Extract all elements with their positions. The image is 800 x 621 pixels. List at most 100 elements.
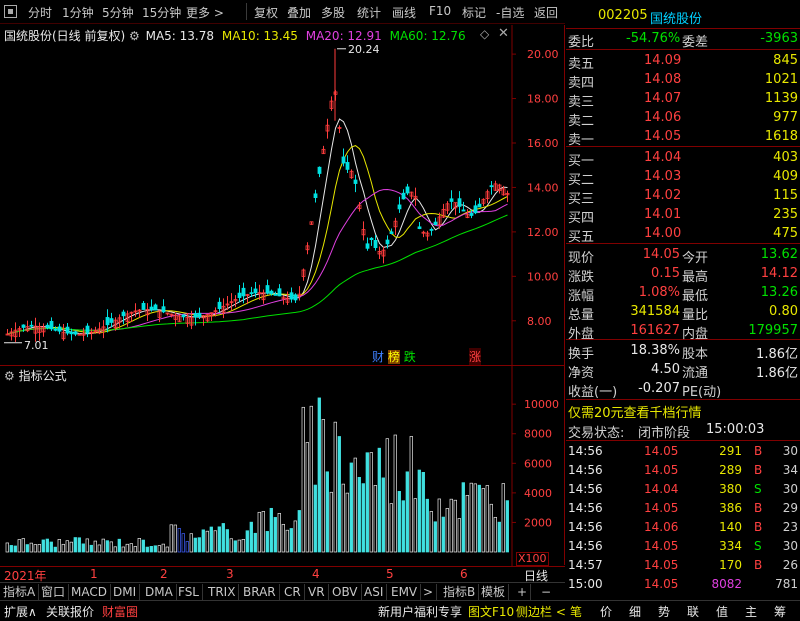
tab-asi[interactable]: ASI <box>361 584 388 600</box>
overlay-button[interactable]: 叠加 <box>287 4 311 21</box>
trade-time: 14:56 <box>568 501 603 515</box>
close-icon[interactable]: ✕ <box>498 26 509 41</box>
bid-level-row[interactable]: 买五 14.00 475 <box>566 224 800 245</box>
volume-bar <box>73 537 77 553</box>
volume-bar <box>289 528 293 553</box>
period-15min[interactable]: 15分钟 <box>142 4 181 21</box>
ask-level-row[interactable]: 卖五 14.09 845 <box>566 51 800 72</box>
tab-obv[interactable]: OBV <box>329 584 362 600</box>
volume-bar <box>449 498 453 553</box>
window-menu-icon[interactable] <box>4 5 17 18</box>
volume-bar <box>237 539 241 553</box>
finance-marker[interactable]: 财 <box>372 350 384 364</box>
remove-window-button[interactable]: − <box>538 584 554 600</box>
tab-cr[interactable]: CR <box>281 584 305 600</box>
indicator-panel[interactable]: 10000 8000 6000 4000 2000 ⚙ 指标公式 X100 <box>0 365 565 566</box>
bid-level-row[interactable]: 买四 14.01 235 <box>566 205 800 226</box>
tab-price[interactable]: 价 <box>600 603 612 620</box>
trade-status-value: 闭市阶段 <box>638 426 691 441</box>
indicator-settings-icon[interactable]: ⚙ <box>4 369 15 383</box>
tab-emv[interactable]: EMV <box>388 584 422 600</box>
bid-price: 14.01 <box>644 207 682 222</box>
bid-price: 14.02 <box>644 188 682 203</box>
add-window-button[interactable]: + <box>514 584 532 600</box>
quote-value: 341584 <box>630 304 680 319</box>
f10-button[interactable]: F10 <box>429 4 451 18</box>
expand-button[interactable]: 扩展∧ <box>4 603 37 620</box>
tab-vr[interactable]: VR <box>305 584 329 600</box>
ask-level-row[interactable]: 卖四 14.08 1021 <box>566 70 800 91</box>
trade-volume: 380 <box>719 482 742 496</box>
tab-more[interactable]: > <box>420 584 438 600</box>
volume-bar <box>417 469 421 553</box>
ask-level-row[interactable]: 卖三 14.07 1139 <box>566 89 800 110</box>
trade-row: 14:56 14.04 380 S 30 <box>566 480 800 500</box>
period-5min[interactable]: 5分钟 <box>102 4 134 21</box>
tab-detail[interactable]: 细 <box>629 603 641 620</box>
quote-panel: 002205 国统股份 委比 -54.76% 委差 -3963 仅需20元查看千… <box>566 0 800 600</box>
tab-linked[interactable]: 联 <box>687 603 699 620</box>
bid-level-row[interactable]: 买三 14.02 115 <box>566 186 800 207</box>
bid-volume: 235 <box>773 207 798 222</box>
trade-price: 14.05 <box>644 444 679 458</box>
f10-graphic-button[interactable]: 图文F10 <box>468 603 514 620</box>
draw-line-button[interactable]: 画线 <box>392 4 416 21</box>
back-button[interactable]: 返回 <box>534 4 558 21</box>
tab-macd[interactable]: MACD <box>68 584 111 600</box>
candle-body <box>373 240 378 248</box>
adjust-button[interactable]: 复权 <box>254 4 278 21</box>
trade-time: 14:56 <box>568 444 603 458</box>
volume-bar <box>353 457 357 553</box>
bid-level-row[interactable]: 买二 14.03 409 <box>566 167 800 188</box>
pin-icon[interactable]: ◇ <box>480 27 489 41</box>
related-quotes-button[interactable]: 关联报价 <box>46 603 94 620</box>
ask-volume: 1021 <box>764 72 798 87</box>
tab-indicator-a[interactable]: 指标A <box>0 584 40 600</box>
bid-level-row[interactable]: 买一 14.04 403 <box>566 148 800 169</box>
period-intraday[interactable]: 分时 <box>28 4 52 21</box>
volume-bar <box>113 546 117 553</box>
period-more[interactable]: 更多 > <box>186 4 224 21</box>
candle-body <box>397 204 402 210</box>
remove-watchlist-button[interactable]: -自选 <box>496 4 524 21</box>
month-label: 5 <box>386 567 394 581</box>
sidebar-toggle-button[interactable]: 侧边栏 < <box>516 603 566 620</box>
trade-time: 15:00 <box>568 577 603 591</box>
level2-promo[interactable]: 仅需20元查看千档行情 <box>568 402 702 421</box>
tab-trend[interactable]: 势 <box>658 603 670 620</box>
fall-marker[interactable]: 跌 <box>404 350 416 364</box>
quote-value: 14.05 <box>642 247 680 262</box>
right-panel-tabs: 笔 价 细 势 联 值 主 筹 <box>566 601 800 621</box>
tab-ticks[interactable]: 笔 <box>570 603 582 620</box>
tab-chips[interactable]: 筹 <box>774 603 786 620</box>
period-1min[interactable]: 1分钟 <box>62 4 94 21</box>
wealth-circle-button[interactable]: 财富圈 <box>102 603 138 620</box>
candle-body <box>53 328 58 331</box>
trade-time: 14:56 <box>568 520 603 534</box>
multi-stock-button[interactable]: 多股 <box>321 4 345 21</box>
settings-icon[interactable]: ⚙ <box>129 29 140 43</box>
kline-chart[interactable]: 20.00 18.00 16.00 14.00 12.00 10.00 8.00 国统股份(… <box>0 25 565 365</box>
new-user-promo-link[interactable]: 新用户福利专享 <box>378 603 462 620</box>
tab-fsl[interactable]: FSL <box>175 584 203 600</box>
tab-trix[interactable]: TRIX <box>205 584 240 600</box>
tab-brar[interactable]: BRAR <box>240 584 280 600</box>
tab-window[interactable]: 窗口 <box>38 584 70 600</box>
rank-marker[interactable]: 榜 <box>387 350 400 364</box>
ask-level-row[interactable]: 卖一 14.05 1618 <box>566 127 800 148</box>
volume-bar <box>433 521 437 553</box>
volume-bar <box>89 544 93 553</box>
tab-dma[interactable]: DMA <box>142 584 177 600</box>
stats-button[interactable]: 统计 <box>357 4 381 21</box>
volume-bar <box>409 436 413 553</box>
trade-count: 30 <box>782 539 798 553</box>
rise-marker[interactable]: 涨 <box>469 348 482 365</box>
tab-indicator-b[interactable]: 指标B <box>440 584 480 600</box>
tab-dmi[interactable]: DMI <box>110 584 141 600</box>
tab-value[interactable]: 值 <box>716 603 728 620</box>
tab-template[interactable]: 模板 <box>478 584 510 600</box>
volume-bar <box>481 488 485 553</box>
mark-button[interactable]: 标记 <box>462 4 486 21</box>
ask-level-row[interactable]: 卖二 14.06 977 <box>566 108 800 129</box>
tab-main[interactable]: 主 <box>745 603 757 620</box>
